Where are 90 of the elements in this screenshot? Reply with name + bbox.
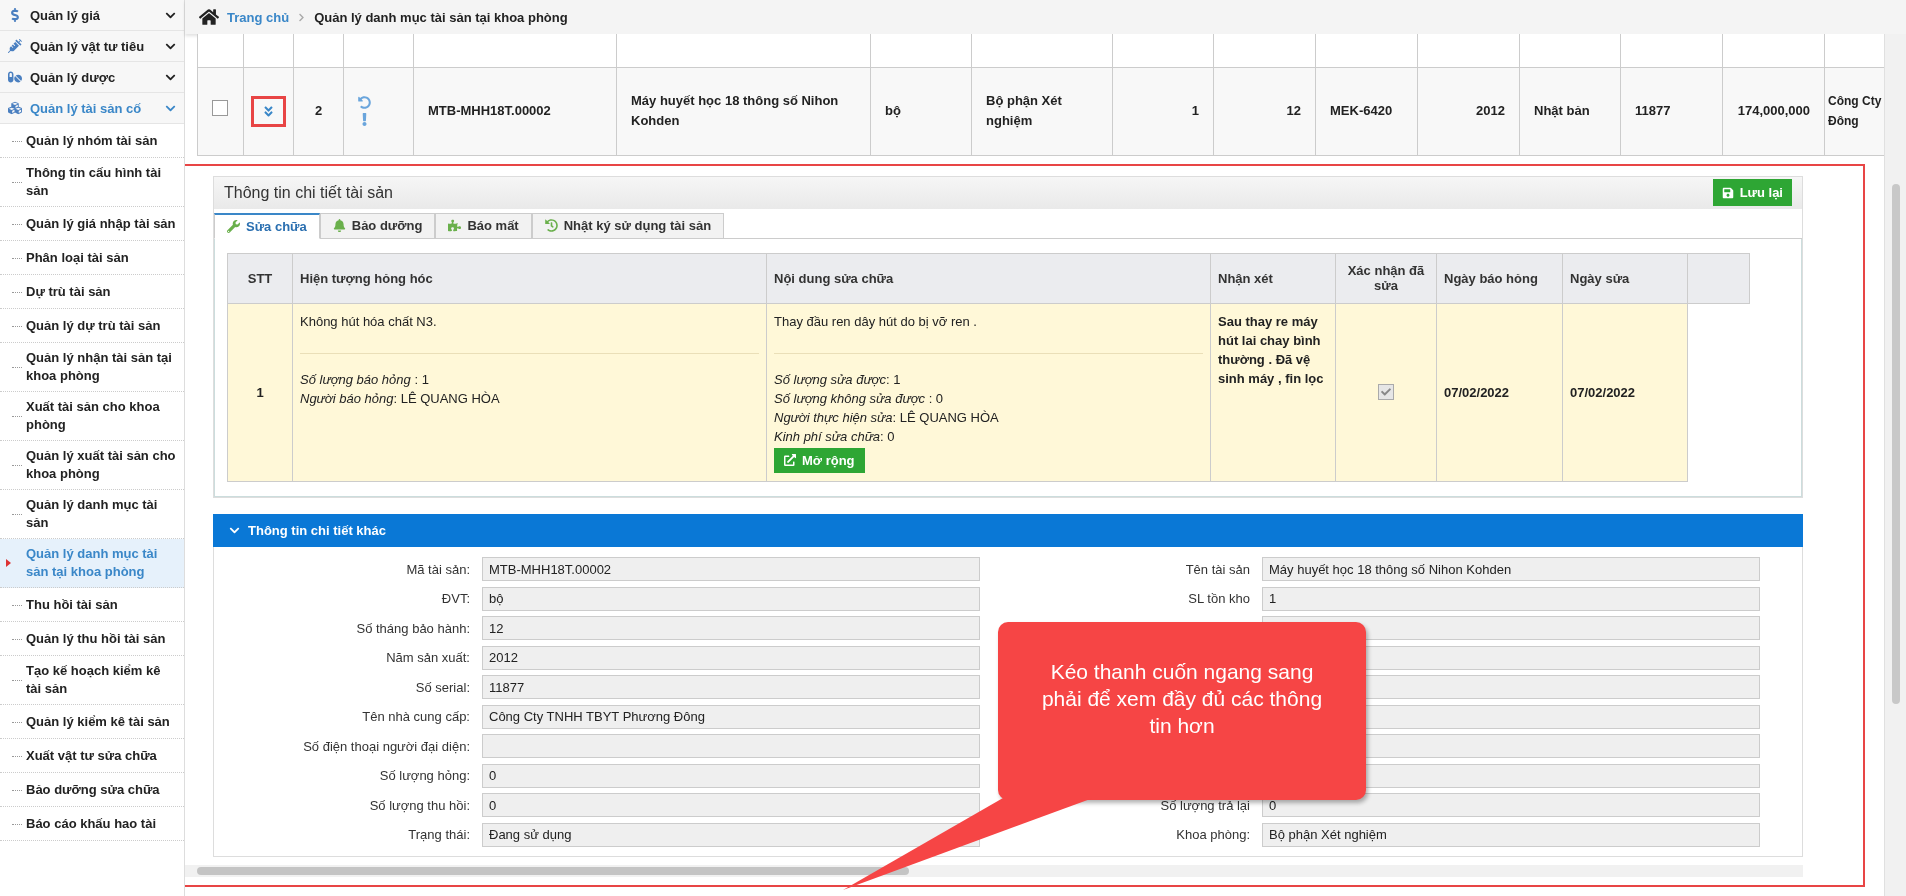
table-cell: 07/02/2022 xyxy=(1562,303,1688,481)
sidebar-group[interactable]: Quản lý giá xyxy=(0,0,184,31)
input-field[interactable]: 0 xyxy=(482,793,980,818)
input-field[interactable]: 0 xyxy=(482,763,980,788)
table-cell: 1 xyxy=(227,303,293,481)
field-label: Số tháng bảo hành: xyxy=(355,620,470,636)
table-cell: Bộ phận Xét nghiệm xyxy=(971,67,1113,155)
table-cell: Nhật bản xyxy=(1519,67,1621,155)
field-label: Khoa phòng: xyxy=(1175,827,1250,843)
column-header: Ngày sửa xyxy=(1562,253,1688,303)
detail-line: Số lượng báo hỏng : 1 xyxy=(300,370,430,389)
input-field[interactable]: Máy huyết học 18 thông số Nihon Kohden xyxy=(1262,557,1760,582)
table-cell: MEK-6420 xyxy=(1315,67,1418,155)
field-label: Số lượng thu hồi: xyxy=(368,797,470,813)
input-field[interactable] xyxy=(482,734,980,759)
sidebar-group[interactable]: Quản lý vật tư tiêu xyxy=(0,31,184,62)
table-cell: 07/02/2022 xyxy=(1436,303,1563,481)
field-label: Năm sản xuất: xyxy=(385,650,470,666)
table-cell: 11877 xyxy=(1620,67,1723,155)
table-cell: 12 xyxy=(1213,67,1316,155)
field-label: Trạng thái: xyxy=(407,827,470,843)
input-field[interactable]: Đang sử dụng xyxy=(482,822,980,847)
table-cell: Công Cty Đông xyxy=(1824,67,1884,155)
detail-line: Người thực hiện sửa: LÊ QUANG HÒA xyxy=(774,408,1000,427)
bell-icon xyxy=(332,219,346,232)
input-field[interactable]: 1 xyxy=(1262,586,1760,611)
column-header: Hiện tượng hỏng hóc xyxy=(292,253,767,303)
tab[interactable]: Nhật ký sử dụng tài sản xyxy=(531,212,725,239)
column-header: Nhận xét xyxy=(1210,253,1336,303)
menu-icon xyxy=(8,39,22,53)
table-cell: Máy huyết học 18 thông số Nihon Kohden xyxy=(616,67,871,155)
field-label: Số lượng hỏng: xyxy=(378,768,470,784)
history-icon xyxy=(544,219,558,232)
input-field[interactable]: MTB-MHH18T.00002 xyxy=(482,557,980,582)
table-cell: 1 xyxy=(1112,67,1214,155)
table-cell: 2 xyxy=(293,67,344,155)
field-label: Tên nhà cung cấp: xyxy=(361,709,470,725)
input-field[interactable]: 2012 xyxy=(482,645,980,670)
undo-icon[interactable] xyxy=(358,96,371,109)
field-label: Số lượng trả lại xyxy=(1159,797,1250,813)
table-cell: MTB-MHH18T.00002 xyxy=(413,67,617,155)
menu-icon xyxy=(8,101,22,115)
save-icon xyxy=(1721,186,1734,199)
row-checkbox[interactable] xyxy=(212,100,228,116)
tab[interactable]: Sửa chữa xyxy=(214,212,320,239)
detail-line: Kinh phí sửa chữa: 0 xyxy=(774,427,896,446)
input-field[interactable]: 11877 xyxy=(482,675,980,700)
wrench-icon xyxy=(227,219,240,233)
issue-text: Không hút hóa chất N3. xyxy=(300,312,438,331)
tab[interactable]: Báo mất xyxy=(435,212,532,239)
input-field[interactable]: Công Cty TNHH TBYT Phương Đông xyxy=(482,704,980,729)
section-header[interactable]: Thông tin chi tiết khác xyxy=(213,513,1803,547)
column-header: Nội dung sửa chữa xyxy=(766,253,1211,303)
input-field[interactable]: 12 xyxy=(482,616,980,641)
tab[interactable]: Bảo dưỡng xyxy=(319,212,436,239)
field-label: ĐVT: xyxy=(440,591,470,607)
field-label: Mã tài sản: xyxy=(405,561,470,577)
double-chevron-icon xyxy=(262,104,275,118)
detail-line: Người báo hỏng: LÊ QUANG HÒA xyxy=(300,389,501,408)
table-cell: 2012 xyxy=(1417,67,1520,155)
table-cell: 174,000,000 xyxy=(1722,67,1825,155)
sidebar-group[interactable]: Quản lý dược xyxy=(0,62,184,93)
column-header: Xác nhận đã sửa xyxy=(1335,253,1437,303)
expand-button[interactable] xyxy=(254,98,283,124)
breadcrumb-current: Quản lý danh mục tài sản tại khoa phòng xyxy=(314,9,568,25)
table-cell: bộ xyxy=(870,67,972,155)
external-link-icon xyxy=(784,454,796,466)
puzzle-icon xyxy=(448,219,462,232)
detail-line: Số lượng không sửa được : 0 xyxy=(774,389,945,408)
chevron-icon xyxy=(297,12,307,22)
scrollbar-thumb[interactable] xyxy=(1891,184,1900,704)
input-field[interactable]: Bộ phận Xét nghiệm xyxy=(1262,822,1760,847)
table-cell: Sau thay re máy hút lai chay bình thường . Đã vệ sinh máy , fin lọc xyxy=(1210,303,1336,481)
scrollbar-thumb[interactable] xyxy=(197,866,909,875)
panel-title: Thông tin chi tiết tài sản xyxy=(224,183,393,202)
input-field[interactable]: 0 xyxy=(1262,793,1760,818)
sidebar-group[interactable]: Quản lý tài sản cố xyxy=(0,93,184,124)
menu-icon xyxy=(8,8,22,22)
column-header: STT xyxy=(227,253,293,303)
home-icon[interactable] xyxy=(199,7,219,27)
field-label: Số điện thoại người đại diện: xyxy=(302,738,470,754)
field-label: SL tồn kho xyxy=(1187,591,1250,607)
repair-text: Thay đầu ren dây hút do bị vỡ ren . xyxy=(774,312,978,331)
column-header: Ngày báo hỏng xyxy=(1436,253,1563,303)
input-field[interactable]: bộ xyxy=(482,586,980,611)
field-label: Tên tài sản xyxy=(1184,561,1250,577)
breadcrumb-link[interactable]: Trang chủ xyxy=(227,9,290,25)
detail-line: Số lượng sửa được: 1 xyxy=(774,370,902,389)
field-label: Số serial: xyxy=(414,679,470,695)
menu-icon xyxy=(8,70,22,84)
